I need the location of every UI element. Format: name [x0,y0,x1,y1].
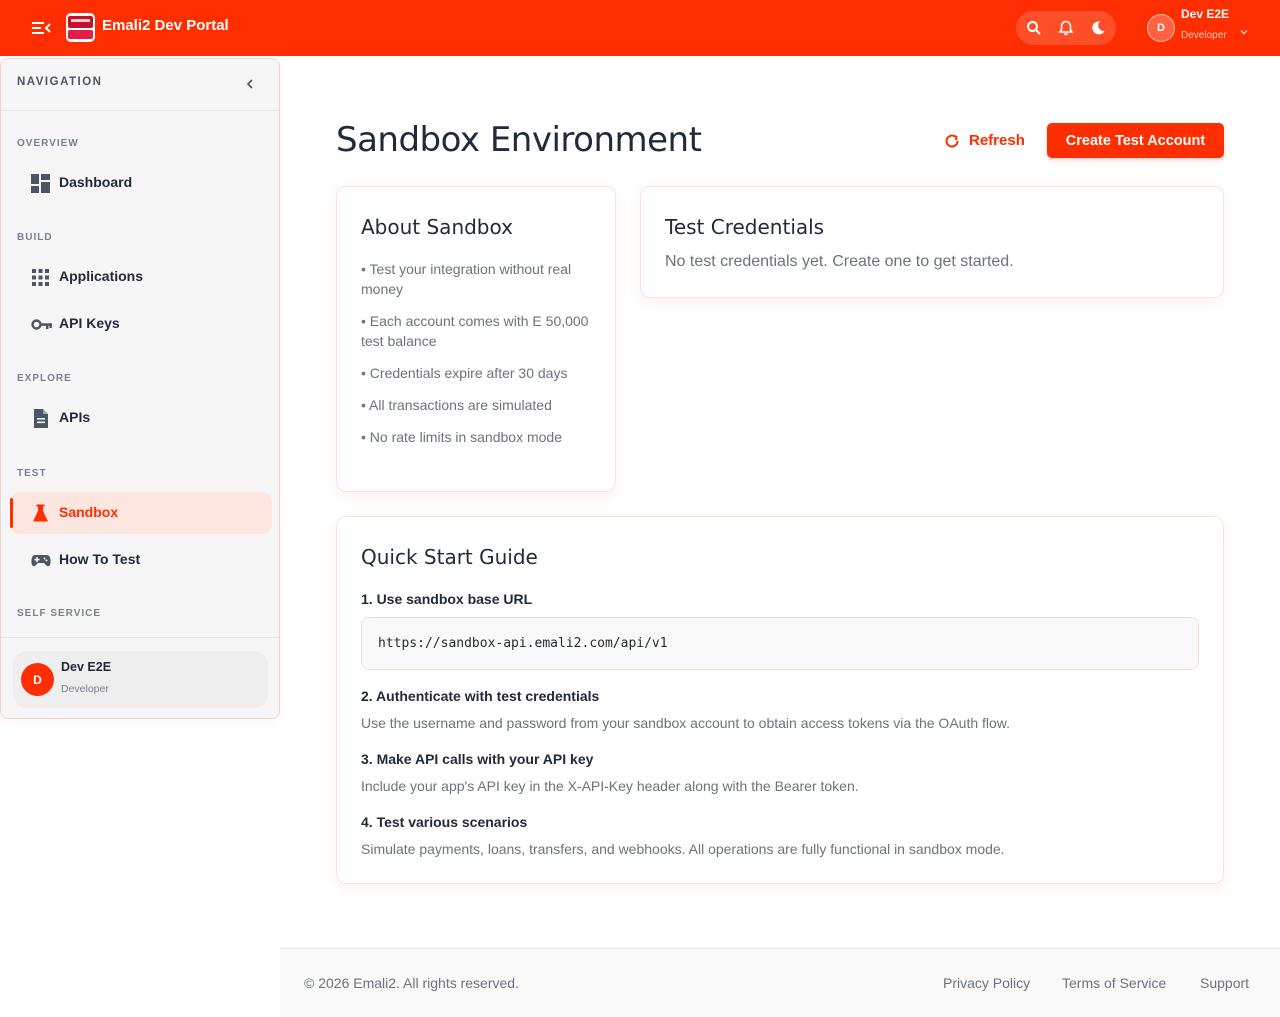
create-test-account-button[interactable]: Create Test Account [1047,123,1224,158]
document-icon [31,409,50,428]
step-title: 1. Use sandbox base URL [361,591,533,607]
sidebar-item-label: Applications [59,268,144,284]
step-title: 2. Authenticate with test credentials [361,688,600,704]
chevron-down-icon [1239,22,1249,35]
divider [1,637,279,638]
search-icon[interactable] [1025,19,1043,37]
sidebar-header: NAVIGATION [1,59,279,111]
footer: © 2026 Emali2. All rights reserved. Priv… [280,948,1280,1017]
chevron-left-icon[interactable] [243,76,257,90]
sidebar-item-how-to-test[interactable]: How To Test [10,539,272,581]
terms-of-service-link[interactable]: Terms of Service [1062,975,1166,991]
app-title: Emali2 Dev Portal [102,17,229,34]
card-title: About Sandbox [361,215,513,239]
gamepad-icon [31,551,51,570]
section-build: BUILD [17,232,53,243]
user-role: Developer [1181,30,1227,41]
step-description: Simulate payments, loans, transfers, and… [361,841,1005,857]
sidebar-item-label: Sandbox [59,504,119,520]
step-title: 4. Test various scenarios [361,814,528,830]
flask-icon [31,504,50,523]
support-link[interactable]: Support [1200,975,1249,991]
base-url-code: https://sandbox-api.emali2.com/api/v1 [378,636,668,651]
section-self-service: SELF SERVICE [17,608,102,619]
moon-icon[interactable] [1089,19,1107,37]
header-toolbar [1016,11,1116,45]
user-menu[interactable]: D Dev E2E Developer [1147,7,1257,44]
sidebar-item-dashboard[interactable]: Dashboard [10,162,272,204]
bell-icon[interactable] [1057,19,1075,37]
apps-grid-icon [31,268,50,287]
section-test: TEST [17,468,47,479]
sidebar-item-apis[interactable]: APIs [10,397,272,439]
privacy-policy-link[interactable]: Privacy Policy [943,975,1030,991]
sidebar-item-label: API Keys [59,315,120,331]
sidebar-item-applications[interactable]: Applications [10,256,272,298]
refresh-icon [944,133,960,149]
empty-state-text: No test credentials yet. Create one to g… [665,253,1014,270]
step-title: 3. Make API calls with your API key [361,751,594,767]
section-explore: EXPLORE [17,373,72,384]
list-item: • Credentials expire after 30 days [361,365,568,381]
refresh-button[interactable]: Refresh [936,124,1032,158]
step-description: Use the username and password from your … [361,715,1011,731]
about-list: • Test your integration without real mon… [361,259,597,459]
sidebar-item-label: How To Test [59,551,141,567]
list-item: • All transactions are simulated [361,397,552,413]
user-name: Dev E2E [1181,7,1230,21]
list-item: • No rate limits in sandbox mode [361,429,562,445]
sidebar-item-sandbox[interactable]: Sandbox [10,492,272,534]
list-item: • Each account comes with E 50,000 test … [361,313,589,349]
base-url-code-block[interactable]: https://sandbox-api.emali2.com/api/v1 [361,617,1199,670]
test-credentials-card: Test Credentials No test credentials yet… [640,186,1224,298]
sidebar-title: NAVIGATION [17,76,103,88]
sidebar-item-label: APIs [59,409,91,425]
user-name: Dev E2E [61,660,112,674]
sidebar-item-api-keys[interactable]: API Keys [10,303,272,345]
key-icon [31,315,52,334]
dashboard-icon [31,174,50,193]
quick-start-guide-card: Quick Start Guide 1. Use sandbox base UR… [336,516,1224,884]
card-title: Quick Start Guide [361,545,538,569]
section-overview: OVERVIEW [17,138,79,149]
brand-logo [66,13,95,42]
avatar: D [21,663,54,696]
card-title: Test Credentials [665,215,825,239]
user-role: Developer [61,683,109,695]
page-title: Sandbox Environment [336,120,702,160]
top-header: Emali2 Dev Portal D Dev E2E Developer [0,0,1280,56]
sidebar-user-card[interactable]: D Dev E2E Developer [13,651,268,708]
sidebar-item-label: Dashboard [59,174,133,190]
about-sandbox-card: About Sandbox • Test your integration wi… [336,186,616,492]
sidebar: NAVIGATION OVERVIEW Dashboard BUILD Appl… [0,58,280,719]
avatar: D [1147,14,1175,42]
menu-icon[interactable] [30,18,52,38]
copyright-text: © 2026 Emali2. All rights reserved. [304,975,519,991]
list-item: • Test your integration without real mon… [361,261,572,297]
step-description: Include your app's API key in the X-API-… [361,778,859,794]
refresh-label: Refresh [969,132,1025,149]
